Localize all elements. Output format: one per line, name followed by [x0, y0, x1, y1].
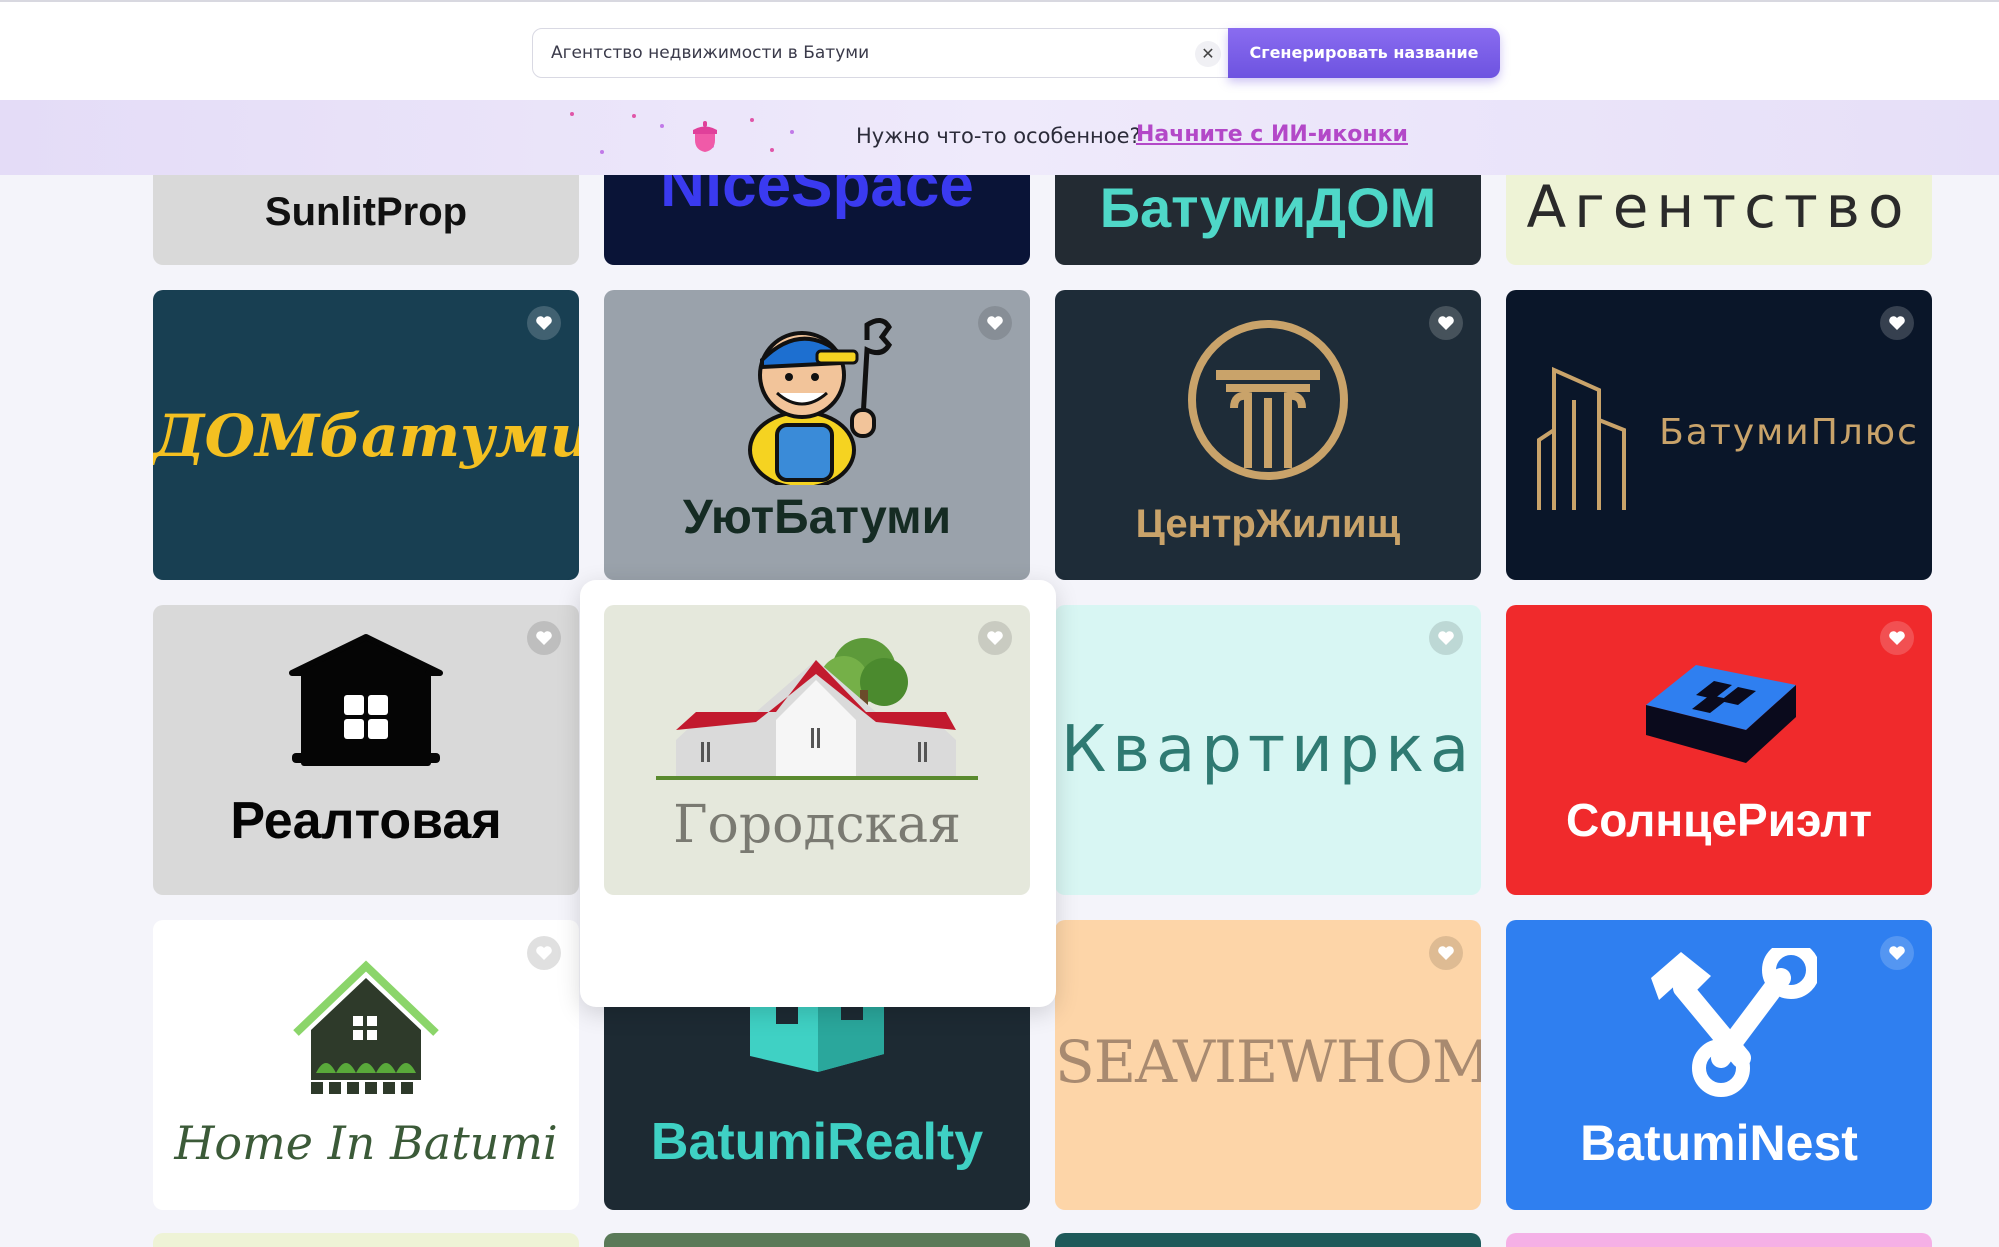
logo-name: СолнцеРиэлт [1565, 794, 1872, 846]
favorite-button[interactable] [1429, 936, 1463, 970]
favorite-button[interactable] [978, 621, 1012, 655]
logo-name: SunlitProp [264, 190, 468, 234]
heart-icon [987, 631, 1003, 645]
search-input[interactable]: Агентство недвижимости в Батуми ✕ [532, 28, 1232, 78]
cube-house-icon [1646, 665, 1796, 763]
favorite-button[interactable] [527, 306, 561, 340]
acorn-icon [693, 121, 717, 152]
logo-name: Городская [673, 795, 961, 855]
logo-name: Агентство [1526, 173, 1912, 241]
logo-card-realtovaya[interactable]: Реалтовая [153, 605, 579, 895]
logo-name: Квартирка [1060, 713, 1476, 787]
logo-card-kvartirka[interactable]: Квартирка [1055, 605, 1481, 895]
logo-card-batuminest[interactable]: BatumiNest [1506, 920, 1932, 1210]
house-icon [289, 634, 443, 766]
houses-tree-icon [656, 638, 978, 780]
heart-icon [1438, 946, 1454, 960]
logo-name: ДОМбатуми [153, 402, 579, 470]
promo-banner: Нужно что-то особенное? Начните с ИИ-ико… [0, 100, 1999, 175]
logo-name: УютБатуми [682, 491, 952, 544]
column-emblem-icon [1188, 320, 1348, 480]
logo-name: БатумиДОМ [1099, 176, 1437, 239]
green-house-icon [293, 960, 439, 1096]
search-input-value[interactable]: Агентство недвижимости в Батуми [551, 43, 869, 63]
favorite-button[interactable] [527, 621, 561, 655]
banner-text: Нужно что-то особенное? [856, 124, 1141, 148]
sparkles-decoration [560, 100, 820, 175]
favorite-button[interactable] [527, 936, 561, 970]
heart-icon [1889, 946, 1905, 960]
favorite-button[interactable] [1429, 621, 1463, 655]
ai-icon-link[interactable]: Начните с ИИ-иконки [1136, 122, 1408, 147]
logo-card-uyutbatumi[interactable]: УютБатуми [604, 290, 1030, 580]
logo-card-peek[interactable] [1055, 1233, 1481, 1247]
logo-card-solntserielt[interactable]: СолнцеРиэлт [1506, 605, 1932, 895]
logo-name: ЦентрЖилищ [1135, 502, 1401, 546]
mechanic-mascot-icon [748, 318, 893, 485]
favorite-button[interactable] [1429, 306, 1463, 340]
logo-card-dombatumi[interactable]: ДОМбатуми [153, 290, 579, 580]
logo-name: Реалтовая [230, 792, 502, 850]
generate-name-button[interactable]: Сгенерировать название [1228, 28, 1500, 78]
logo-name: БатумиПлюс [1659, 412, 1919, 453]
page: { "search": { "value": "Агентство недвиж… [0, 0, 1999, 1247]
hammer-wrench-icon [1651, 948, 1817, 1097]
logo-name: SEAVIEWHOMES [1055, 1028, 1481, 1096]
heart-icon [536, 631, 552, 645]
heart-icon [1889, 631, 1905, 645]
heart-icon [1889, 316, 1905, 330]
heart-icon [536, 316, 552, 330]
logo-card-peek[interactable] [604, 1233, 1030, 1247]
logo-name: Home In Batumi [174, 1116, 558, 1170]
logo-card-gorodskaya[interactable]: Городская [604, 605, 1030, 895]
logo-card-home-in-batumi[interactable]: Home In Batumi [153, 920, 579, 1210]
header: Агентство недвижимости в Батуми ✕ Сгенер… [0, 0, 1999, 100]
close-icon[interactable]: ✕ [1195, 41, 1221, 67]
heart-icon [536, 946, 552, 960]
logo-card-batumiplyus[interactable]: БатумиПлюс [1506, 290, 1932, 580]
heart-icon [1438, 316, 1454, 330]
favorite-button[interactable] [1880, 621, 1914, 655]
logo-name: BatumiNest [1580, 1115, 1858, 1171]
logo-card-tsentrzhilishch[interactable]: ЦентрЖилищ [1055, 290, 1481, 580]
favorite-button[interactable] [978, 306, 1012, 340]
logo-card-peek[interactable] [153, 1233, 579, 1247]
logo-card-peek[interactable] [1506, 1233, 1932, 1247]
logo-card-seaviewhomes[interactable]: SEAVIEWHOMES [1055, 920, 1481, 1210]
logo-name: BatumiRealty [650, 1113, 984, 1171]
heart-icon [987, 316, 1003, 330]
favorite-button[interactable] [1880, 936, 1914, 970]
favorite-button[interactable] [1880, 306, 1914, 340]
heart-icon [1438, 631, 1454, 645]
